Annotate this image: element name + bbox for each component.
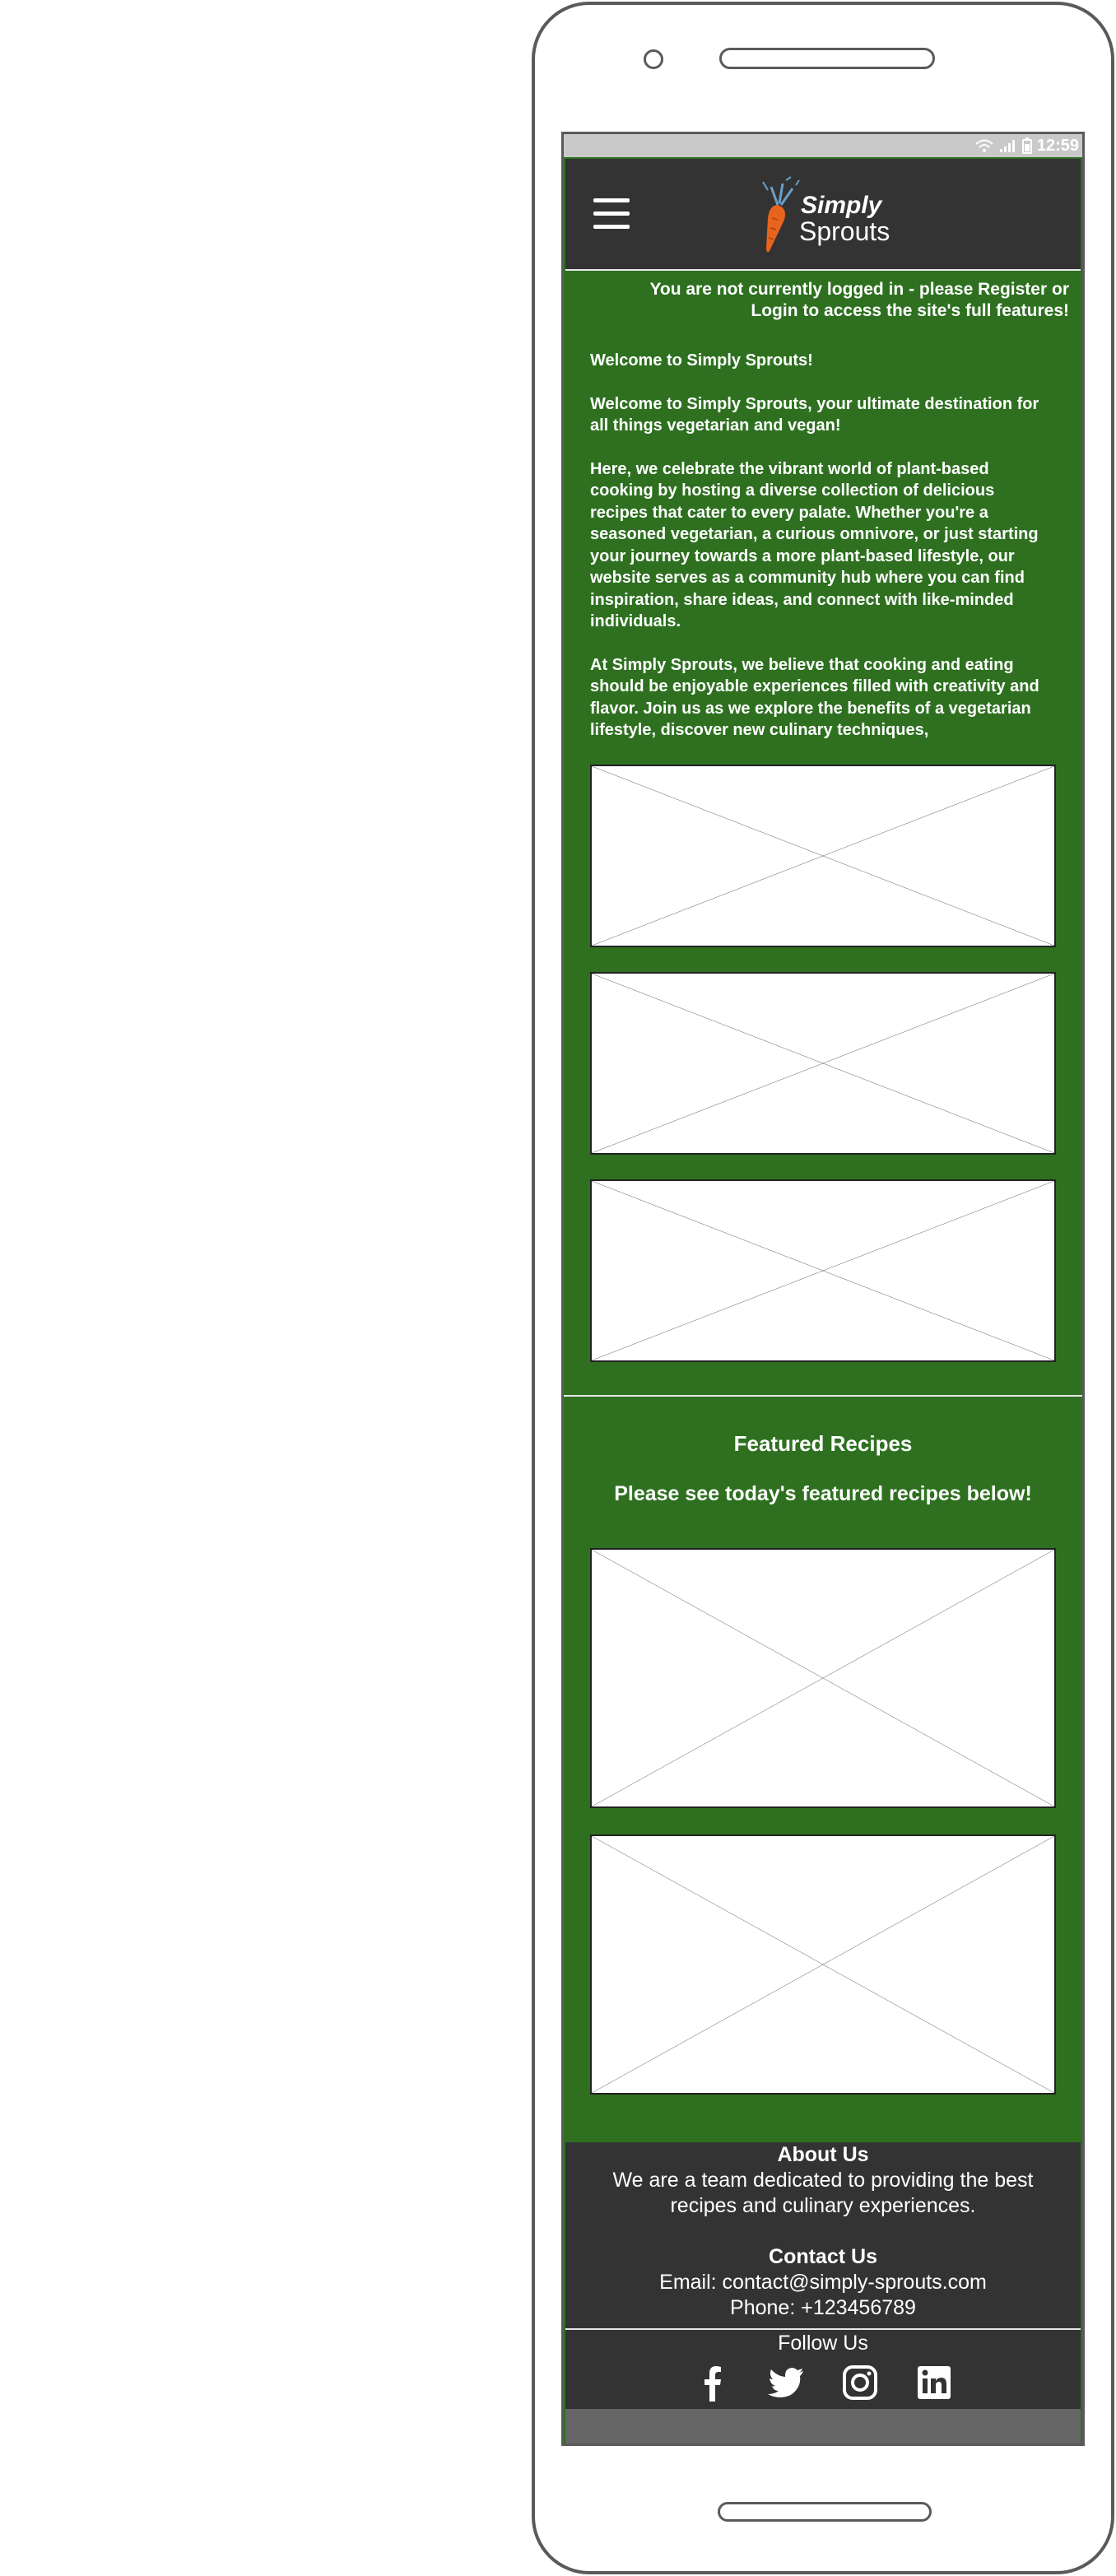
contact-email[interactable]: Email: contact@simply-sprouts.com (565, 2270, 1081, 2295)
site-logo[interactable]: Simply Sprouts (745, 175, 909, 254)
featured-recipe-card[interactable] (590, 1548, 1056, 1808)
featured-recipes-title: Featured Recipes (733, 1431, 913, 1456)
site-header: Simply Sprouts (565, 159, 1081, 271)
image-placeholder (590, 972, 1056, 1155)
follow-us-bar: Follow Us (565, 2328, 1081, 2409)
instagram-icon[interactable] (839, 2362, 881, 2403)
wifi-icon (975, 139, 993, 152)
phone-screen: 12:59 Simply Sprouts You are not current… (561, 132, 1085, 2446)
social-links (565, 2362, 1081, 2403)
battery-icon (1021, 137, 1032, 154)
signal-icon (999, 140, 1015, 152)
image-placeholder (590, 1179, 1056, 1362)
image-placeholder (590, 765, 1056, 947)
twitter-icon[interactable] (765, 2362, 807, 2403)
section-divider (564, 1395, 1082, 1397)
contact-us-title: Contact Us (769, 2245, 877, 2268)
carrot-icon (762, 176, 800, 253)
about-us-title: About Us (777, 2143, 869, 2166)
status-time: 12:59 (1036, 136, 1079, 155)
logo-text-sprouts: Sprouts (799, 216, 890, 246)
intro-paragraph: At Simply Sprouts, we believe that cooki… (590, 655, 1039, 740)
follow-us-label: Follow Us (778, 2332, 868, 2355)
contact-phone[interactable]: Phone: +123456789 (565, 2295, 1081, 2321)
status-bar: 12:59 (564, 134, 1082, 157)
featured-recipes-subtitle: Please see today's featured recipes belo… (614, 1482, 1032, 1505)
about-us-text: We are a team dedicated to providing the… (612, 2169, 1034, 2217)
linkedin-icon[interactable] (914, 2362, 955, 2403)
featured-recipe-card[interactable] (590, 1834, 1056, 2095)
intro-paragraph: Welcome to Simply Sprouts, your ultimate… (590, 394, 1039, 435)
login-notice: You are not currently logged in - please… (649, 280, 1069, 320)
earpiece-speaker (719, 48, 935, 69)
front-camera (644, 49, 663, 69)
welcome-heading: Welcome to Simply Sprouts! (590, 351, 813, 370)
facebook-icon[interactable] (691, 2362, 732, 2403)
intro-paragraph: Here, we celebrate the vibrant world of … (590, 459, 1039, 631)
site-footer: About Us We are a team dedicated to prov… (565, 2142, 1081, 2340)
hamburger-icon[interactable] (593, 198, 630, 230)
bottom-bar (565, 2409, 1081, 2443)
logo-text-simply: Simply (801, 192, 882, 219)
home-button[interactable] (718, 2502, 932, 2522)
